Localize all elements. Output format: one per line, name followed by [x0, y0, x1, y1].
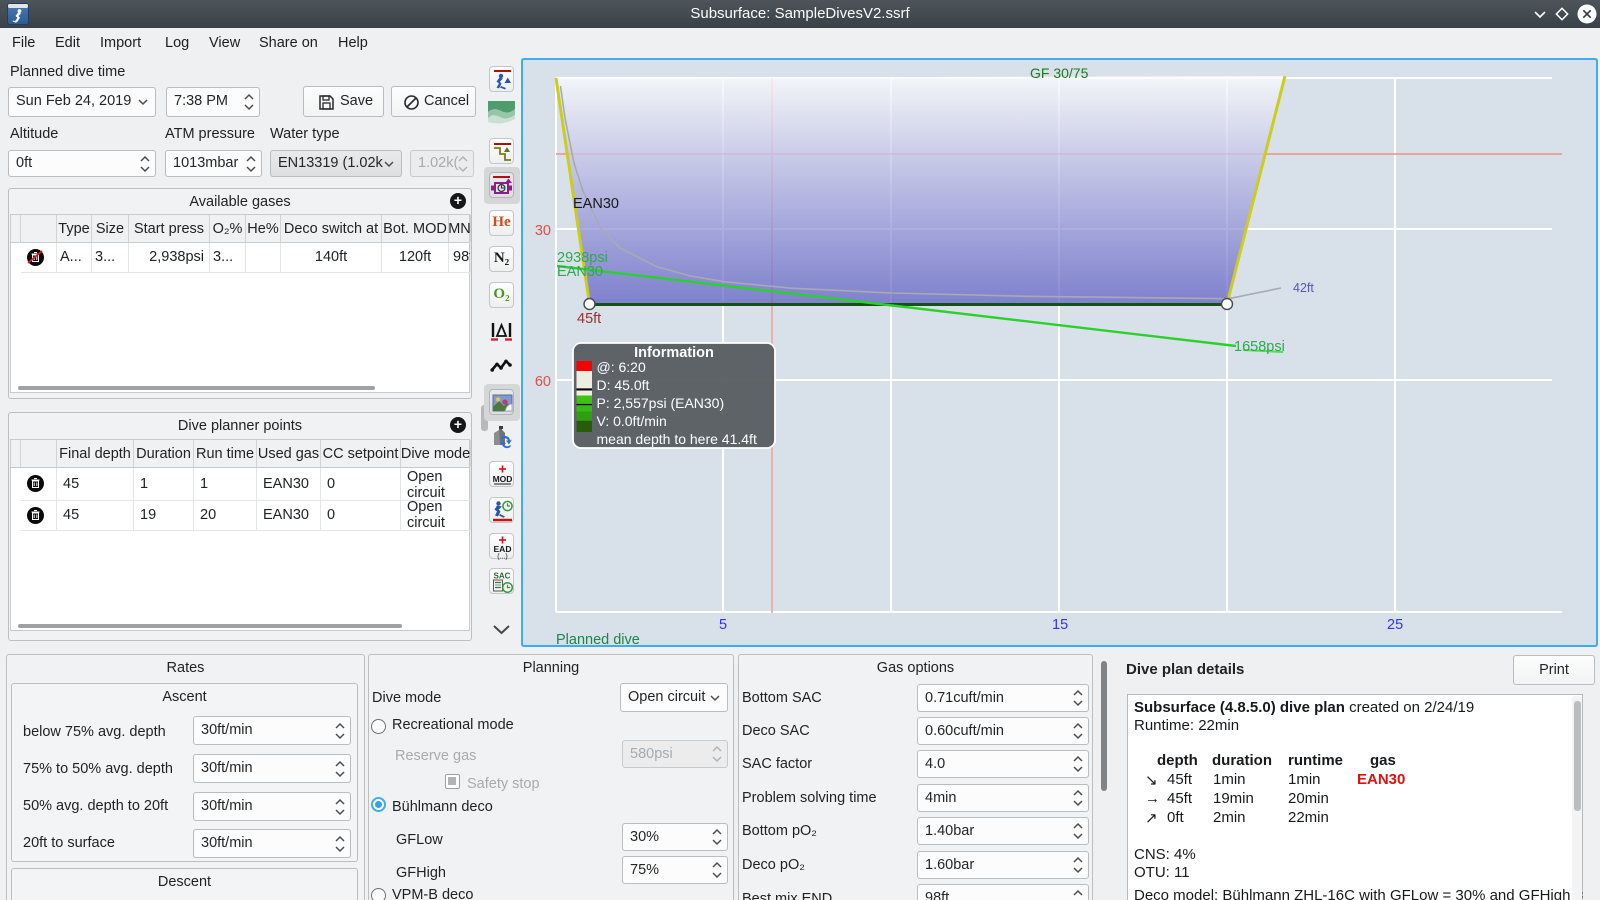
svg-text:mean depth to here 41.4ft: mean depth to here 41.4ft [597, 431, 757, 447]
svg-text:25: 25 [1387, 617, 1403, 633]
svg-text:60: 60 [535, 374, 551, 390]
svg-text:15: 15 [1052, 617, 1068, 633]
svg-text:@: 6:20: @: 6:20 [597, 359, 646, 375]
svg-text:5: 5 [719, 617, 727, 633]
svg-text:Information: Information [634, 345, 714, 361]
svg-text:MOD: MOD [493, 474, 513, 484]
svg-text:(...): (...) [497, 554, 508, 561]
svg-text:P: 2,557psi (EAN30): P: 2,557psi (EAN30) [597, 395, 725, 411]
svg-text:30: 30 [535, 223, 551, 239]
svg-text:EAN30: EAN30 [557, 264, 603, 280]
svg-text:SAC: SAC [494, 572, 511, 581]
svg-text:Planned dive: Planned dive [556, 632, 640, 647]
svg-text:42ft: 42ft [1293, 281, 1314, 295]
svg-text:D: 45.0ft: D: 45.0ft [597, 377, 650, 393]
svg-text:GF 30/75: GF 30/75 [1030, 65, 1089, 81]
svg-text:V: 0.0ft/min: V: 0.0ft/min [597, 413, 667, 429]
svg-text:1658psi: 1658psi [1234, 339, 1285, 355]
svg-text:45ft: 45ft [577, 311, 601, 327]
svg-text:EAN30: EAN30 [573, 196, 619, 212]
svg-text:EAD: EAD [494, 544, 512, 554]
